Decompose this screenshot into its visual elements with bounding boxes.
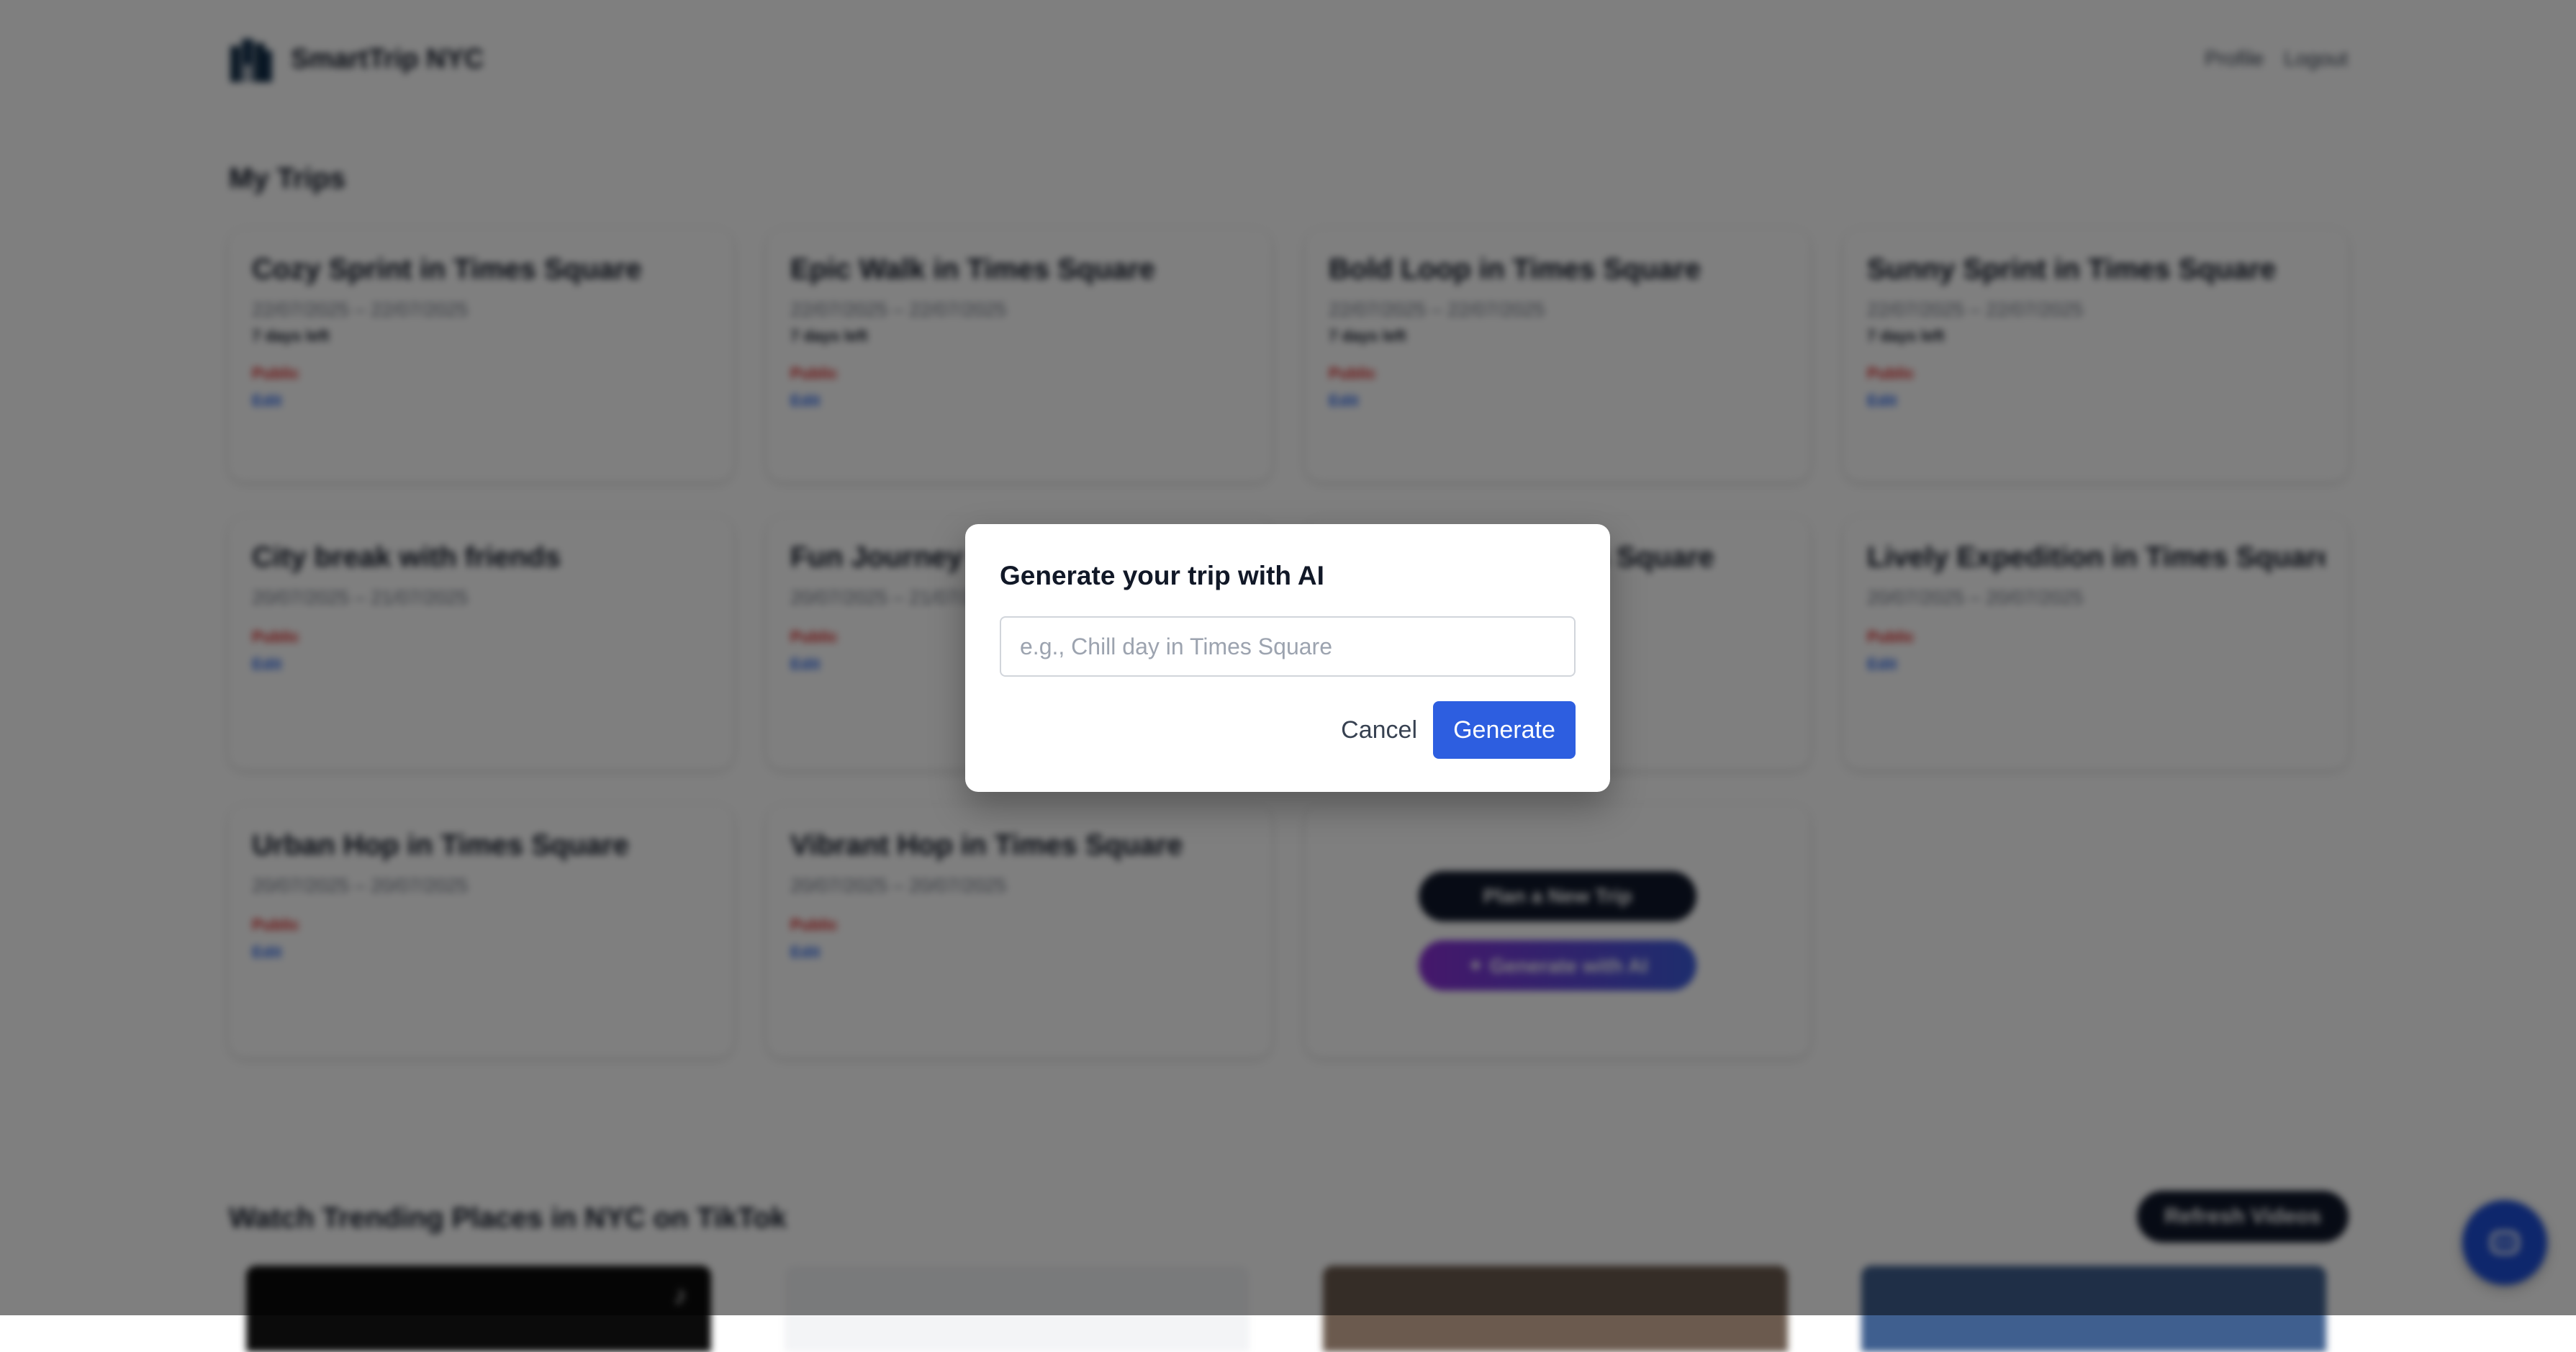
generate-trip-modal: Generate your trip with AI Cancel Genera… bbox=[965, 524, 1610, 792]
trip-prompt-input[interactable] bbox=[1000, 616, 1576, 677]
modal-title: Generate your trip with AI bbox=[1000, 561, 1324, 590]
modal-actions: Cancel Generate bbox=[1000, 701, 1576, 760]
cancel-button[interactable]: Cancel bbox=[1338, 716, 1420, 744]
generate-button[interactable]: Generate bbox=[1433, 701, 1576, 760]
